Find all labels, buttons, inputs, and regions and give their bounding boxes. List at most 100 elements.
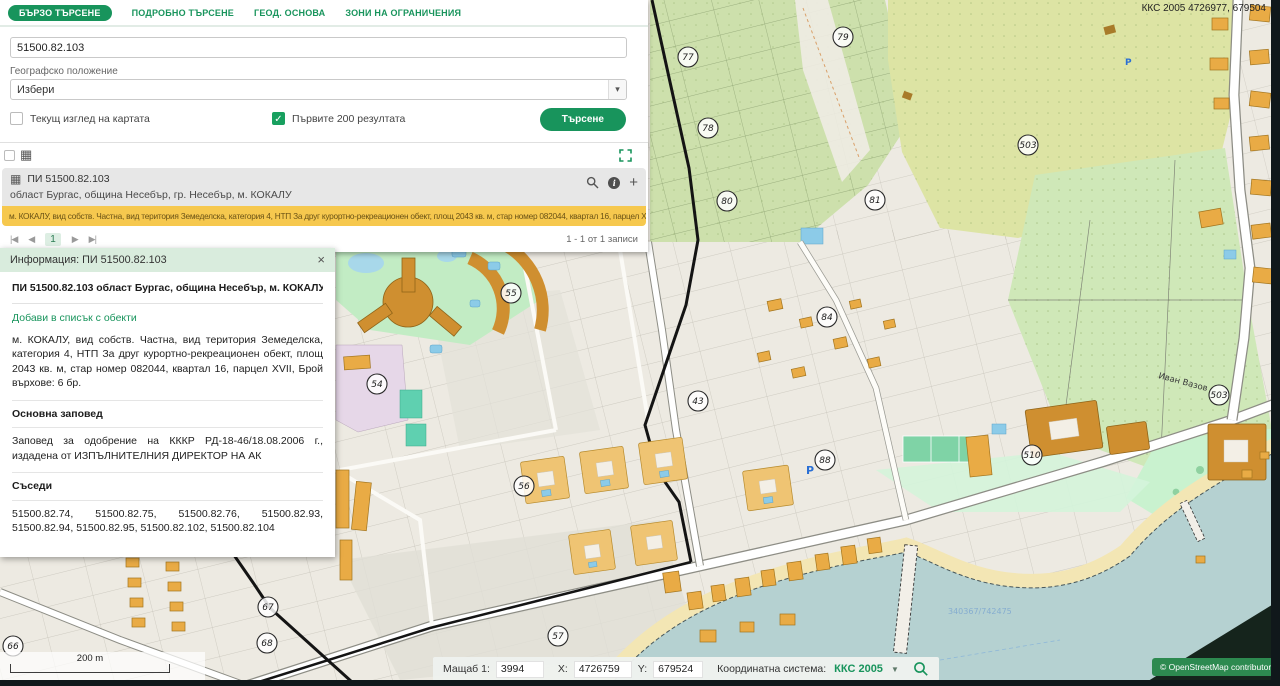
- cursor-coordinates: ККС 2005 4726977, 679504: [1142, 3, 1266, 14]
- svg-text:80: 80: [721, 197, 733, 207]
- search-input[interactable]: [10, 37, 627, 58]
- parcel-number: 54: [367, 374, 387, 394]
- tab-restriction-zones[interactable]: ЗОНИ НА ОГРАНИЧЕНИЯ: [345, 8, 461, 18]
- map-search-icon[interactable]: [913, 661, 929, 677]
- page-prev-button[interactable]: ◀: [28, 234, 34, 245]
- crs-label: Координатна система:: [717, 663, 826, 675]
- parcel-number: 68: [257, 633, 277, 653]
- svg-text:54: 54: [371, 380, 383, 390]
- svg-text:66: 66: [7, 642, 19, 652]
- tab-detailed-search[interactable]: ПОДРОБНО ТЪРСЕНЕ: [132, 8, 234, 18]
- parking-icon: P: [1125, 58, 1132, 68]
- scale-bar-label: 200 m: [10, 653, 170, 664]
- search-panel: БЪРЗО ТЪРСЕНЕ ПОДРОБНО ТЪРСЕНЕ ГЕОД. ОСН…: [0, 0, 648, 252]
- page-next-button[interactable]: ▶: [72, 234, 78, 245]
- parcel-number: 81: [865, 190, 885, 210]
- page-last-button[interactable]: ▶|: [89, 234, 96, 245]
- order-heading: Основна заповед: [12, 400, 323, 427]
- info-panel: Информация: ПИ 51500.82.103 × ПИ 51500.8…: [0, 248, 335, 557]
- x-label: X:: [558, 663, 568, 675]
- result-row[interactable]: ▦ ПИ 51500.82.103 област Бургас, община …: [2, 168, 646, 206]
- select-all-checkbox[interactable]: [4, 150, 15, 161]
- svg-text:78: 78: [702, 124, 714, 134]
- current-view-label: Текущ изглед на картата: [30, 113, 150, 125]
- page-first-button[interactable]: |◀: [10, 234, 17, 245]
- parcel-number: 503: [1209, 385, 1229, 405]
- parcel-number: 43: [688, 391, 708, 411]
- result-id: ПИ 51500.82.103: [27, 173, 109, 185]
- order-text: Заповед за одобрение на КККР РД-18-46/18…: [12, 427, 323, 472]
- parcel-title: ПИ 51500.82.103 област Бургас, община Не…: [12, 282, 323, 304]
- viewport-edge: [1271, 0, 1280, 686]
- viewport-edge: [0, 680, 1280, 686]
- result-details-row[interactable]: м. КОКАЛУ, вид собств. Частна, вид терит…: [2, 206, 646, 226]
- svg-text:510: 510: [1023, 451, 1040, 461]
- chevron-down-icon[interactable]: ▾: [608, 80, 626, 99]
- parcel-number: 56: [514, 476, 534, 496]
- grid-icon: ▦: [10, 172, 21, 186]
- svg-text:68: 68: [261, 639, 273, 649]
- parcel-description: м. КОКАЛУ, вид собств. Частна, вид терит…: [12, 333, 323, 391]
- y-label: Y:: [638, 663, 647, 675]
- svg-text:57: 57: [552, 632, 564, 642]
- svg-text:503: 503: [1210, 391, 1227, 401]
- grid-icon: ▦: [20, 147, 32, 163]
- scale-label: Мащаб 1:: [443, 663, 490, 675]
- svg-text:81: 81: [869, 196, 880, 206]
- geo-position-select[interactable]: Избери ▾: [10, 79, 627, 100]
- add-icon[interactable]: +: [629, 177, 638, 189]
- svg-text:55: 55: [505, 289, 517, 299]
- current-view-checkbox[interactable]: [10, 112, 23, 125]
- search-tabs: БЪРЗО ТЪРСЕНЕ ПОДРОБНО ТЪРСЕНЕ ГЕОД. ОСН…: [0, 0, 648, 27]
- svg-text:88: 88: [819, 456, 831, 466]
- divider: [0, 142, 648, 143]
- svg-text:43: 43: [692, 397, 704, 407]
- info-panel-title: Информация: ПИ 51500.82.103: [10, 254, 167, 266]
- search-icon[interactable]: [586, 176, 599, 189]
- scale-bar-bracket: [10, 664, 170, 673]
- parcel-number: 510: [1022, 445, 1042, 465]
- scale-bar: 200 m: [0, 652, 205, 681]
- osm-attribution: © OpenStreetMap contributors.: [1152, 658, 1280, 676]
- parcel-number: 80: [717, 191, 737, 211]
- parcel-number: 78: [698, 118, 718, 138]
- pagination-summary: 1 - 1 от 1 записи: [566, 234, 638, 245]
- scale-input[interactable]: [496, 661, 544, 678]
- tab-geodetic-basis[interactable]: ГЕОД. ОСНОВА: [254, 8, 325, 18]
- search-button[interactable]: Търсене: [540, 108, 626, 131]
- chevron-down-icon[interactable]: ▼: [891, 665, 899, 674]
- parcel-number: 67: [258, 597, 278, 617]
- first-200-label: Първите 200 резултата: [292, 113, 405, 125]
- add-to-list-link[interactable]: Добави в списък с обекти: [12, 311, 323, 325]
- close-icon[interactable]: ×: [317, 255, 325, 265]
- page-number[interactable]: 1: [45, 233, 61, 246]
- neighbors-heading: Съседи: [12, 472, 323, 499]
- tab-quick-search[interactable]: БЪРЗО ТЪРСЕНЕ: [8, 5, 112, 21]
- geo-select-value: Избери: [17, 84, 54, 96]
- parcel-number: 77: [678, 47, 698, 67]
- parcel-number: 79: [833, 27, 853, 47]
- parcel-number: 84: [817, 307, 837, 327]
- status-bar: Мащаб 1: X: Y: Координатна система: ККС …: [433, 657, 939, 681]
- svg-text:84: 84: [821, 313, 833, 323]
- svg-text:67: 67: [262, 603, 274, 613]
- parcel-number: 88: [815, 450, 835, 470]
- crs-select[interactable]: ККС 2005: [834, 663, 883, 675]
- parcel-number: 503: [1018, 135, 1038, 155]
- parcel-number: 57: [548, 626, 568, 646]
- sea-coordinates-label: 340367/742475: [948, 607, 1012, 616]
- first-200-checkbox[interactable]: ✓: [272, 112, 285, 125]
- y-coordinate-input[interactable]: [653, 661, 703, 678]
- svg-text:503: 503: [1019, 141, 1036, 151]
- pagination: |◀ ◀ 1 ▶ ▶| 1 - 1 от 1 записи: [10, 233, 638, 246]
- neighbors-text: 51500.82.74, 51500.82.75, 51500.82.76, 5…: [12, 500, 323, 545]
- parking-icon: P: [806, 464, 814, 477]
- x-coordinate-input[interactable]: [574, 661, 632, 678]
- expand-icon[interactable]: [619, 149, 632, 162]
- geo-position-label: Географско положение: [10, 66, 638, 77]
- kais-map-app: Иван Вазов 340367/742475 P P 77787980818…: [0, 0, 1280, 686]
- result-location: област Бургас, община Несебър, гр. Несеб…: [10, 189, 638, 201]
- svg-text:77: 77: [682, 53, 694, 63]
- svg-text:79: 79: [837, 33, 849, 43]
- info-icon[interactable]: i: [608, 177, 620, 189]
